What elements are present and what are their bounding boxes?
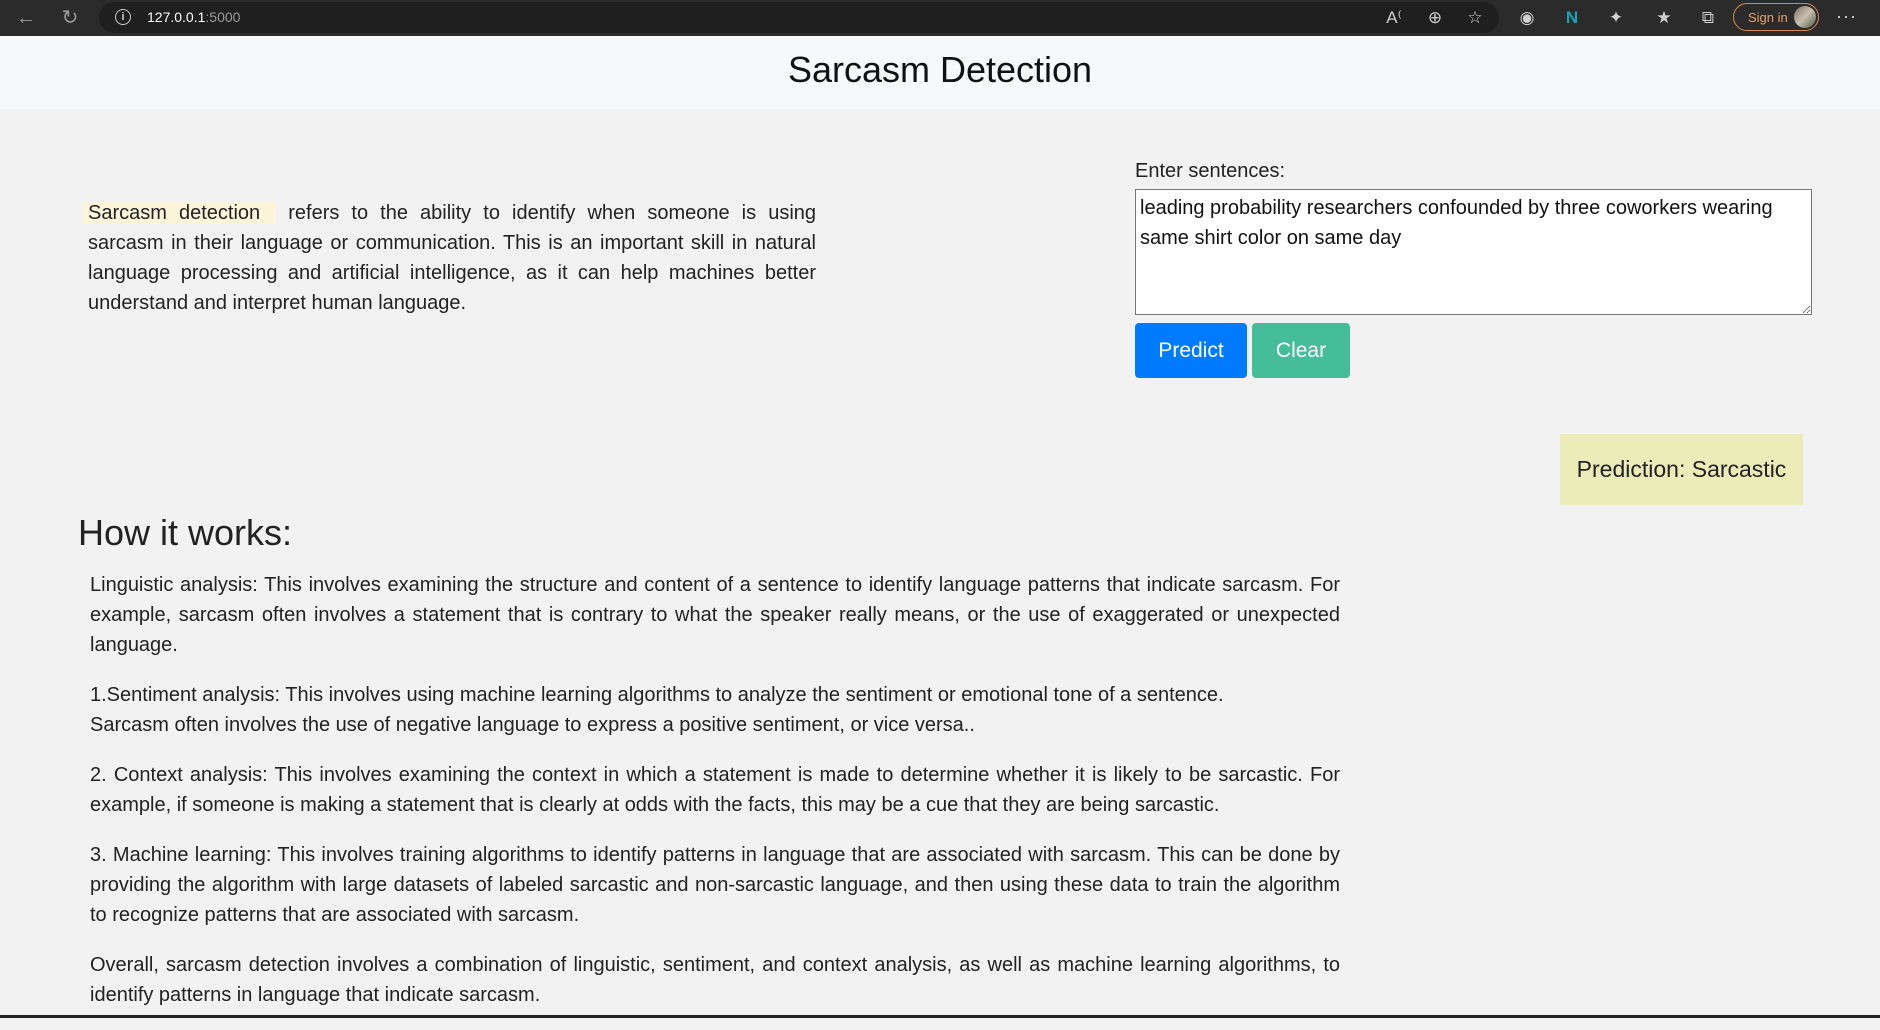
back-icon[interactable]: ← (14, 6, 38, 30)
sign-in-button[interactable]: Sign in (1733, 3, 1819, 31)
url-host: 127.0.0.1 (147, 9, 206, 25)
intro-paragraph: Sarcasm detection refers to the ability … (83, 198, 816, 318)
n-extension-icon[interactable]: N (1560, 6, 1584, 30)
step-sentiment-line1: 1.Sentiment analysis: This involves usin… (90, 684, 1224, 706)
extensions-icon[interactable]: ✦ (1604, 6, 1628, 30)
step-linguistic: Linguistic analysis: This involves exami… (90, 574, 1340, 656)
sign-in-label: Sign in (1748, 10, 1788, 25)
how-it-works-section: How it works: Linguistic analysis: This … (78, 512, 1340, 1030)
step-overall: Overall, sarcasm detection involves a co… (90, 954, 1340, 1006)
browser-toolbar: ← ↻ i 127.0.0.1:5000 A⁽ ⊕ ☆ ◉ N ✦ ★ ⧉ Si… (0, 0, 1880, 36)
sentences-label: Enter sentences: (1135, 160, 1286, 182)
step-context: 2. Context analysis: This involves exami… (90, 764, 1340, 816)
page-header: Sarcasm Detection (0, 36, 1880, 109)
clear-button[interactable]: Clear (1252, 323, 1350, 378)
step-sentiment: 1.Sentiment analysis: This involves usin… (90, 680, 1340, 740)
url-port: :5000 (205, 9, 241, 25)
how-it-works-title: How it works: (78, 512, 293, 553)
predict-button[interactable]: Predict (1135, 323, 1247, 378)
zoom-icon[interactable]: ⊕ (1423, 6, 1447, 30)
address-bar[interactable]: i 127.0.0.1:5000 (99, 2, 1499, 33)
favorites-icon[interactable]: ★ (1652, 6, 1676, 30)
step-sentiment-line2: Sarcasm often involves the use of negati… (90, 714, 975, 736)
collections-icon[interactable]: ⧉ (1696, 6, 1720, 30)
intro-highlight: Sarcasm detection (83, 202, 277, 224)
url-text: 127.0.0.1:5000 (147, 9, 240, 25)
avatar (1794, 6, 1816, 28)
refresh-icon[interactable]: ↻ (58, 6, 82, 30)
favorite-icon[interactable]: ☆ (1463, 6, 1487, 30)
prediction-form: Enter sentences: leading probability res… (1135, 160, 1812, 378)
sentences-input[interactable]: leading probability researchers confound… (1135, 189, 1812, 315)
more-icon[interactable]: ··· (1836, 6, 1857, 27)
step-machine-learning: 3. Machine learning: This involves train… (90, 844, 1340, 926)
page-title: Sarcasm Detection (787, 49, 1093, 90)
info-icon[interactable]: i (115, 9, 131, 25)
read-aloud-icon[interactable]: A⁽ (1382, 6, 1406, 30)
prediction-result: Prediction: Sarcastic (1560, 434, 1803, 505)
extension-icon[interactable]: ◉ (1515, 6, 1539, 30)
